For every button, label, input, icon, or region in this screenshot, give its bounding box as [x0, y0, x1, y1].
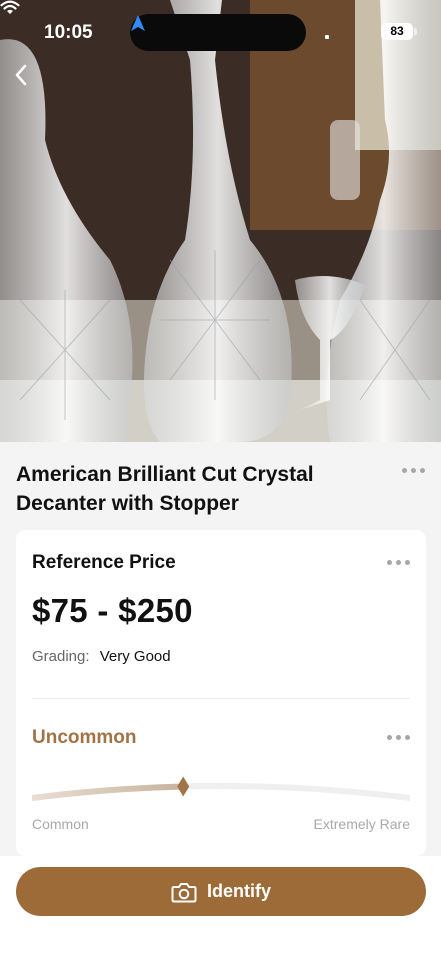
- item-photo: 10:05 83: [0, 0, 441, 442]
- more-dots-icon: [387, 735, 392, 740]
- camera-icon: [171, 882, 197, 902]
- identify-label: Identify: [206, 881, 271, 901]
- signal-icon: [325, 35, 329, 39]
- grading-label: Grading:: [32, 648, 90, 665]
- rarity-label: Uncommon: [32, 727, 137, 748]
- grading-value: Very Good: [99, 648, 171, 665]
- rarity-marker: [177, 776, 190, 797]
- price-more-button[interactable]: [387, 560, 410, 565]
- more-dot: [405, 735, 410, 740]
- status-time: 10:05: [44, 22, 93, 43]
- title-more-button[interactable]: [402, 464, 426, 476]
- rarity-min-label: Common: [32, 816, 89, 832]
- crystal-decanters-image: [0, 0, 441, 442]
- item-title: American Brilliant Cut Crystal Decanter …: [16, 463, 314, 515]
- price-card: Reference Price $75 - $250 Grading: Very…: [16, 530, 426, 856]
- more-dot: [411, 467, 416, 473]
- back-button[interactable]: [14, 64, 50, 104]
- dynamic-island: [130, 14, 306, 51]
- rarity-max-label: Extremely Rare: [313, 816, 410, 832]
- rarity-more-button[interactable]: [387, 735, 410, 740]
- rarity-scale: [32, 776, 410, 801]
- price-range: $75 - $250: [32, 592, 193, 629]
- battery-indicator: 83: [381, 23, 413, 40]
- status-bar: 10:05 83: [0, 0, 441, 64]
- card-divider: [32, 698, 410, 699]
- item-title-row: American Brilliant Cut Crystal Decanter …: [16, 460, 426, 518]
- identify-button[interactable]: Identify: [16, 867, 426, 916]
- location-arrow-icon: [131, 15, 145, 31]
- more-dots-icon: [402, 467, 407, 473]
- more-dot: [405, 560, 410, 565]
- more-dots-icon: [387, 560, 392, 565]
- price-heading: Reference Price: [32, 552, 176, 573]
- wifi-icon: [0, 0, 20, 14]
- chevron-left-icon: [15, 64, 27, 86]
- rarity-fill: [32, 783, 187, 801]
- battery-tip: [414, 28, 417, 35]
- grading-row: Grading: Very Good: [32, 648, 171, 665]
- more-dot: [420, 467, 425, 473]
- more-dot: [396, 560, 401, 565]
- more-dot: [396, 735, 401, 740]
